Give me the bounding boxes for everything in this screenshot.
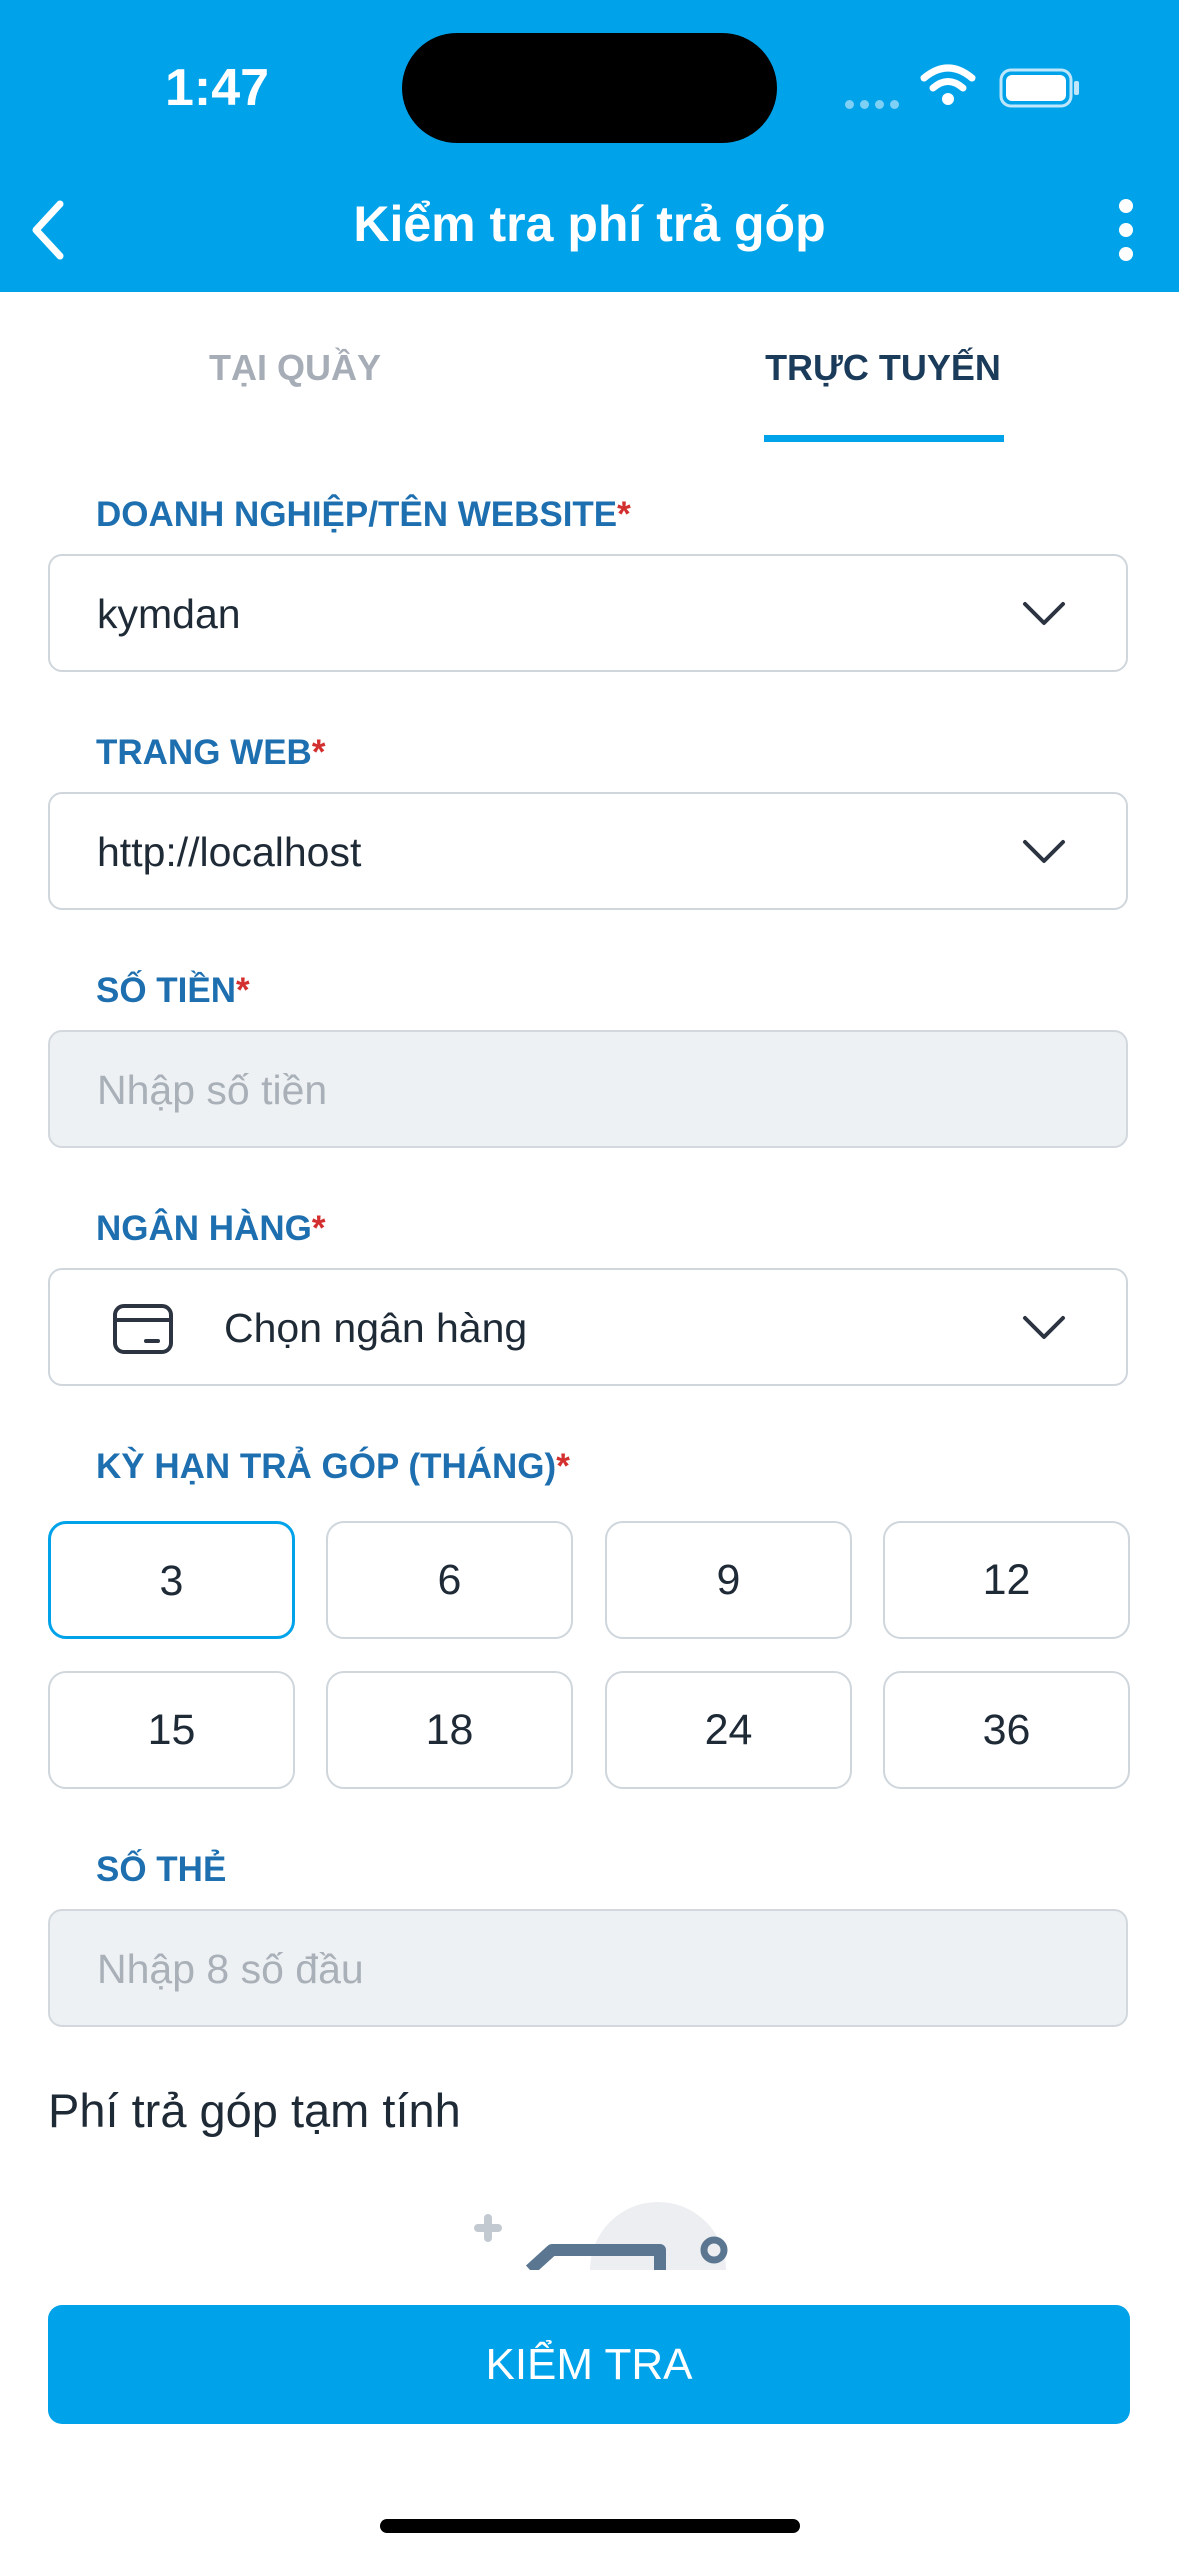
chevron-down-icon — [1023, 840, 1065, 863]
card-icon — [113, 1304, 173, 1354]
website-label: TRANG WEB* — [96, 733, 326, 772]
term-option-9[interactable]: 9 — [605, 1521, 852, 1639]
page-title: Kiểm tra phí trả góp — [353, 196, 826, 252]
business-select[interactable]: kymdan — [48, 554, 1128, 672]
term-option-24[interactable]: 24 — [605, 1671, 852, 1789]
status-time: 1:47 — [165, 59, 270, 117]
home-indicator — [380, 2519, 800, 2533]
more-vertical-icon — [1119, 199, 1133, 261]
amount-label: SỐ TIỀN* — [96, 971, 250, 1010]
tab-at-counter[interactable]: TẠI QUẦY — [95, 347, 495, 389]
wifi-icon — [920, 64, 976, 105]
amount-placeholder: Nhập số tiền — [97, 1067, 328, 1113]
business-label: DOANH NGHIỆP/TÊN WEBSITE* — [96, 495, 631, 534]
term-option-15[interactable]: 15 — [48, 1671, 295, 1789]
term-option-12[interactable]: 12 — [883, 1521, 1130, 1639]
website-select[interactable]: http://localhost — [48, 792, 1128, 910]
term-option-6[interactable]: 6 — [326, 1521, 573, 1639]
bank-select[interactable]: Chọn ngân hàng — [48, 1268, 1128, 1386]
business-value: kymdan — [97, 591, 241, 637]
tab-bar: TẠI QUẦY TRỰC TUYẾN — [0, 292, 1179, 442]
tab-online[interactable]: TRỰC TUYẾN — [683, 347, 1083, 389]
card-label: SỐ THẺ — [96, 1850, 227, 1889]
card-number-input[interactable]: Nhập 8 số đầu — [48, 1909, 1128, 2027]
website-value: http://localhost — [97, 829, 362, 875]
battery-icon — [999, 68, 1079, 108]
chevron-down-icon — [1023, 602, 1065, 625]
bank-value: Chọn ngân hàng — [224, 1305, 528, 1351]
active-tab-indicator — [764, 435, 1004, 442]
app-header: 1:47 Kiểm tra phí trả góp — [0, 0, 1179, 292]
term-label: KỲ HẠN TRẢ GÓP (THÁNG)* — [96, 1447, 570, 1486]
term-option-36[interactable]: 36 — [883, 1671, 1130, 1789]
more-options-button[interactable] — [1098, 190, 1154, 270]
empty-state-illustration — [474, 2202, 728, 2270]
amount-input[interactable]: Nhập số tiền — [48, 1030, 1128, 1148]
chevron-down-icon — [1023, 1316, 1065, 1339]
bank-label: NGÂN HÀNG* — [96, 1209, 326, 1248]
term-option-18[interactable]: 18 — [326, 1671, 573, 1789]
check-button[interactable]: KIỂM TRA — [48, 2305, 1130, 2424]
term-option-3[interactable]: 3 — [48, 1521, 295, 1639]
dynamic-island — [402, 33, 777, 143]
estimated-fee-title: Phí trả góp tạm tính — [48, 2084, 461, 2137]
card-placeholder: Nhập 8 số đầu — [97, 1946, 364, 1992]
signal-icon — [845, 96, 905, 114]
